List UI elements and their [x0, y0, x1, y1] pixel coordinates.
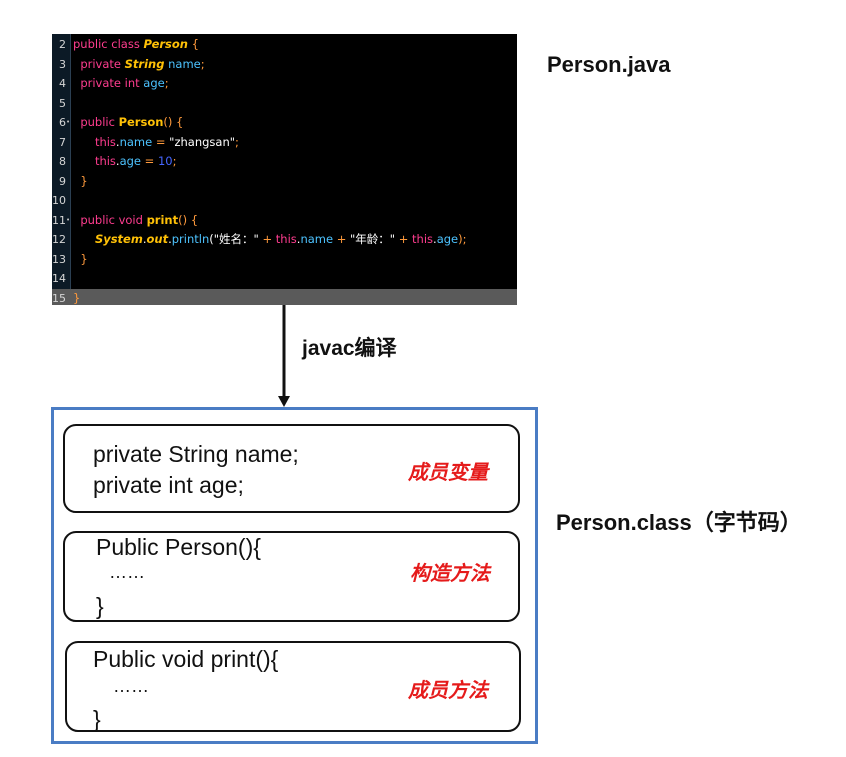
- code-line: 3 private String name;: [52, 55, 517, 75]
- code-line: 9 }: [52, 172, 517, 192]
- line-number: 6: [59, 116, 66, 129]
- constructor-body-ellipsis: ……: [109, 562, 145, 582]
- field-name-declaration: private String name;: [93, 441, 299, 467]
- method-tag: 成员方法: [408, 678, 488, 702]
- code-line: 14: [52, 269, 517, 289]
- code-text: public Person() {: [80, 115, 184, 129]
- line-number: 4: [59, 77, 66, 90]
- field-age-declaration: private int age;: [93, 472, 244, 498]
- fold-marker-icon: •: [66, 215, 71, 224]
- line-number: 2: [59, 38, 66, 51]
- line-number: 3: [59, 57, 66, 71]
- compile-arrow-label: javac编译: [302, 337, 397, 360]
- method-closing-brace: }: [93, 706, 101, 732]
- code-text: public class Person {: [73, 37, 199, 51]
- constructor-tag: 构造方法: [410, 561, 490, 585]
- code-line: 5: [52, 94, 517, 114]
- fields-section: private String name; private int age; 成员…: [63, 424, 520, 513]
- class-file-label: Person.class（字节码）: [556, 510, 802, 535]
- line-number: 10: [52, 194, 66, 207]
- code-text: this.name = "zhangsan";: [94, 134, 239, 149]
- code-line: 6 • public Person() {: [52, 113, 517, 133]
- line-number: 7: [59, 135, 66, 149]
- code-line: 11 • public void print() {: [52, 211, 517, 231]
- line-number: 12: [52, 233, 66, 246]
- constructor-closing-brace: }: [96, 593, 104, 619]
- code-line: 7 this.name = "zhangsan";: [52, 133, 517, 153]
- code-text: }: [80, 251, 88, 266]
- code-text: }: [80, 173, 88, 188]
- line-number: 15: [52, 291, 66, 305]
- code-text: private int age;: [80, 76, 169, 90]
- code-text: System.out.println("姓名：" + this.name + "…: [94, 232, 467, 246]
- method-section: Public void print(){ …… } 成员方法: [65, 641, 521, 732]
- code-line: 2 public class Person {: [52, 35, 517, 55]
- code-editor: 2 public class Person { 3 private String n…: [52, 34, 517, 305]
- line-number: 8: [59, 155, 66, 168]
- code-line: 13 }: [52, 250, 517, 270]
- code-line: 8 this.age = 10;: [52, 152, 517, 172]
- source-file-label: Person.java: [547, 52, 671, 77]
- code-text: public void print() {: [80, 212, 199, 227]
- fold-marker-icon: •: [66, 118, 71, 126]
- method-body-ellipsis: ……: [113, 676, 149, 696]
- code-line: 12 System.out.println("姓名：" + this.name …: [52, 230, 517, 250]
- line-number: 13: [52, 252, 66, 266]
- line-number: 14: [52, 272, 66, 285]
- code-line: 10: [52, 191, 517, 211]
- code-line: 4 private int age;: [52, 74, 517, 94]
- code-text: this.age = 10;: [94, 154, 177, 168]
- code-text: private String name;: [80, 56, 205, 71]
- fields-tag: 成员变量: [408, 460, 488, 484]
- line-number: 9: [59, 174, 66, 188]
- constructor-section: Public Person(){ …… } 构造方法: [63, 531, 520, 622]
- code-line: 15}: [52, 288, 517, 305]
- code-text: }: [73, 290, 81, 305]
- line-number: 5: [59, 96, 66, 110]
- line-number: 11: [52, 213, 66, 227]
